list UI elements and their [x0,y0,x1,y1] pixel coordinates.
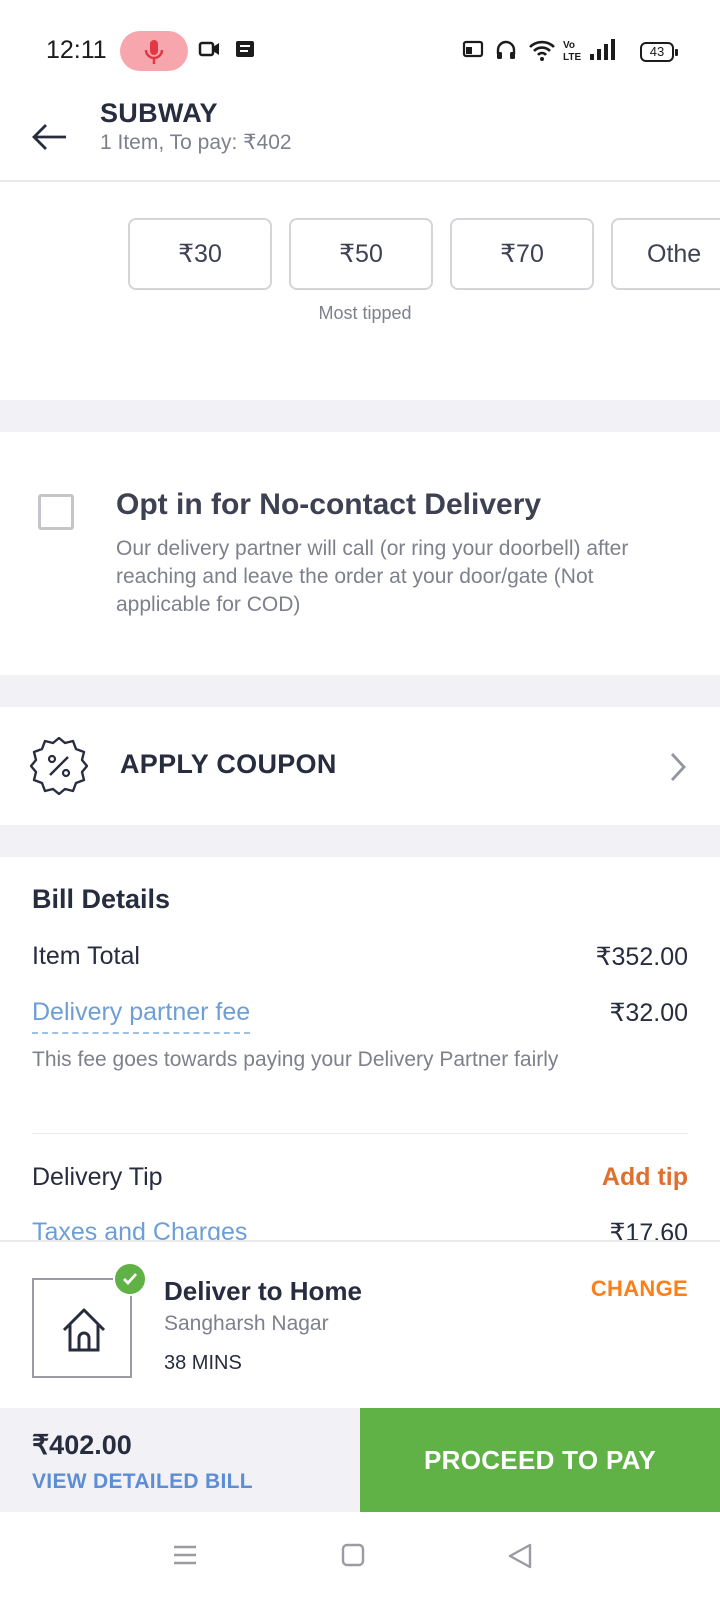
bill-details-title: Bill Details [32,884,171,914]
section-divider [0,400,720,432]
proceed-to-pay-button[interactable]: PROCEED TO PAY [360,1408,720,1512]
section-divider [0,825,720,857]
cart-summary: 1 Item, To pay: ₹402 [100,131,292,154]
delivery-address-panel: Deliver to Home Sangharsh Nagar 38 MINS … [0,1240,720,1408]
apply-coupon-row[interactable]: APPLY COUPON [0,707,720,825]
checkout-header: SUBWAY 1 Item, To pay: ₹402 [0,96,720,182]
delivery-eta: 38 MINS [164,1352,242,1374]
volte-icon: Vo LTE [563,40,581,63]
home-icon [62,1308,106,1352]
address-type-box [32,1278,132,1378]
item-total-label: Item Total [32,942,140,970]
no-contact-checkbox[interactable] [38,494,74,530]
coupon-percent-icon [30,737,88,795]
view-detailed-bill-link[interactable]: VIEW DETAILED BILL [32,1470,253,1494]
change-address-button[interactable]: CHANGE [591,1276,688,1302]
add-tip-button[interactable]: Add tip [602,1163,688,1192]
delivery-address: Sangharsh Nagar [164,1312,329,1335]
system-nav-bar [0,1512,720,1600]
svg-text:Vo: Vo [563,40,575,51]
deliver-to-title: Deliver to Home [164,1276,362,1306]
most-tipped-label: Most tipped [318,303,412,323]
status-bar: 12:11 Vo LTE 43 [0,0,720,96]
section-divider [0,675,720,707]
selected-check-icon [113,1262,147,1296]
delivery-fee-row: Delivery partner fee ₹32.00 [32,998,688,1034]
back-triangle-icon[interactable] [506,1542,534,1570]
tip-option-other[interactable]: Othe [611,218,720,290]
tip-option-30[interactable]: ₹30 [128,218,272,290]
microphone-icon [144,40,164,64]
headphones-icon [496,40,516,59]
video-camera-icon [198,41,219,57]
tip-option-70[interactable]: ₹70 [450,218,594,290]
apply-coupon-label: APPLY COUPON [120,749,337,779]
checkmark-icon [123,1273,138,1286]
delivery-tip-label: Delivery Tip [32,1163,163,1191]
chevron-right-icon [670,753,686,781]
tip-option-50[interactable]: ₹50 [289,218,433,290]
mic-active-indicator [120,31,188,71]
total-amount: ₹402.00 [32,1430,132,1460]
delivery-tip-row: Delivery Tip Add tip [32,1163,688,1192]
wifi-icon [529,40,555,61]
pay-summary: ₹402.00 VIEW DETAILED BILL [0,1408,360,1512]
arrow-left-icon [32,124,66,150]
screen-cast-icon [462,40,484,58]
delivery-fee-value: ₹32.00 [609,999,688,1027]
bill-divider [32,1133,688,1134]
battery-indicator: 43 [640,42,678,62]
message-icon [236,41,254,57]
menu-icon[interactable] [172,1542,198,1568]
home-square-icon[interactable] [340,1542,366,1568]
item-total-row: Item Total ₹352.00 [32,942,688,971]
back-button[interactable] [28,108,72,152]
delivery-fee-label[interactable]: Delivery partner fee [32,998,251,1034]
no-contact-title: Opt in for No-contact Delivery [116,488,542,521]
delivery-fee-note: This fee goes towards paying your Delive… [32,1048,559,1071]
no-contact-description: Our delivery partner will call (or ring … [116,537,629,616]
restaurant-name: SUBWAY [100,98,218,128]
signal-strength-icon [590,39,615,60]
item-total-value: ₹352.00 [595,943,688,971]
svg-text:LTE: LTE [563,52,581,63]
status-time: 12:11 [46,36,107,64]
